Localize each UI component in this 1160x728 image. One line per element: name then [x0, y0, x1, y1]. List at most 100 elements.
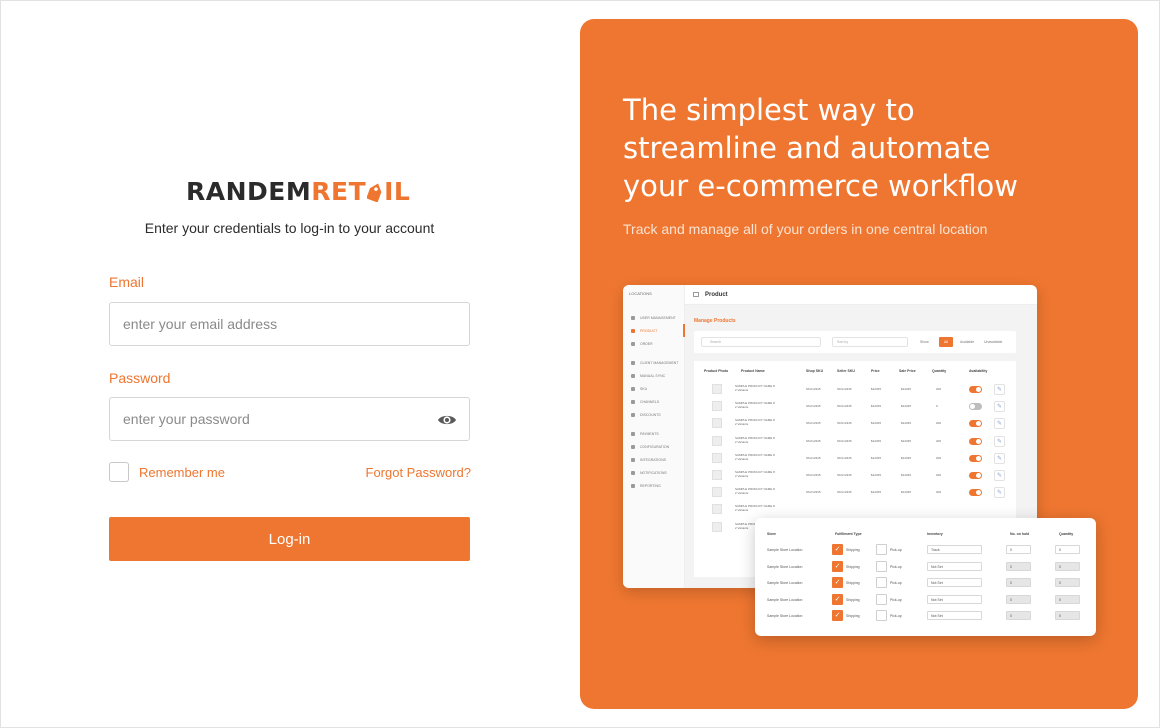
headline-line-3: your e-commerce workflow	[623, 169, 1018, 203]
preview-cell: SKU12345	[837, 490, 852, 495]
inventory-select: Track	[927, 545, 982, 554]
inventory-select: Not Set	[927, 561, 982, 571]
preview-nav-item: REPORTING	[623, 479, 685, 492]
fulfillment-store: Sample Store Location	[767, 597, 803, 602]
preview-subheading: Manage Products	[694, 318, 736, 324]
preview-column-header: Shop SKU	[806, 369, 824, 373]
inventory-select: Not Set	[927, 578, 982, 587]
preview-cell: SKU12345	[837, 473, 852, 477]
pickup-label: Pick-up	[890, 581, 902, 585]
promo-tagline: Track and manage all of your orders in o…	[623, 221, 988, 237]
fulfillment-store: Sample Store Location	[767, 548, 803, 552]
preview-cell: $12345	[901, 387, 912, 391]
preview-cell: SKU12345	[806, 455, 821, 460]
preview-nav-item: PRODUCT	[623, 324, 685, 337]
fulfillment-store: Sample Store Location	[767, 614, 803, 618]
product-variants-text: 2 Variants	[735, 474, 749, 478]
preview-cell: $12345	[901, 455, 912, 460]
preview-cell: 200	[936, 438, 942, 443]
promo-headline: The simplest way to streamline and autom…	[623, 91, 1043, 205]
preview-table-row: SAMPLE PRODUCT NAME 82 Variants SKU12345 S…	[694, 484, 1016, 501]
preview-nav-label: PAYMENTS	[640, 431, 659, 436]
preview-location-label: LOCATIONS	[629, 291, 652, 296]
pickup-label: Pick-up	[890, 548, 902, 552]
preview-cell: SKU12345	[806, 387, 821, 391]
promo-panel: The simplest way to streamline and autom…	[580, 19, 1138, 709]
on-hold-input: 0	[1006, 561, 1031, 571]
preview-nav: USER MANAGEMENT PRODUCT ORDER CLIENT MANAGE…	[623, 311, 685, 492]
preview-nav-item: USER MANAGEMENT	[623, 311, 685, 324]
remember-me-checkbox[interactable]	[109, 462, 129, 482]
preview-nav-label: REPORTING	[640, 483, 661, 488]
preview-product-name: SAMPLE PRODUCT NAME 82 Variants	[735, 384, 775, 392]
remember-me[interactable]: Remember me	[109, 462, 225, 482]
product-thumbnail	[712, 418, 722, 429]
preview-nav-item: MANUAL SYNC	[623, 369, 685, 382]
shipping-label: Shipping	[846, 564, 860, 569]
pickup-checkbox	[876, 593, 887, 605]
preview-column-header: Product Photo	[704, 369, 729, 373]
pickup-label: Pick-up	[890, 564, 902, 569]
preview-product-name: SAMPLE PRODUCT NAME 82 Variants	[735, 504, 775, 512]
password-label: Password	[109, 370, 171, 386]
preview-nav-label: CLIENT MANAGEMENT	[640, 360, 679, 365]
preview-search: Search	[701, 337, 821, 347]
box-icon	[693, 292, 699, 297]
email-field-wrapper	[109, 302, 470, 346]
eye-icon[interactable]	[437, 410, 457, 430]
preview-table-row: SAMPLE PRODUCT NAME 82 Variants SKU12345 S…	[694, 467, 1016, 484]
nav-icon	[631, 386, 635, 391]
preview-nav-label: MANUAL SYNC	[640, 373, 666, 378]
inventory-select: Not Set	[927, 611, 982, 620]
forgot-password-link[interactable]: Forgot Password?	[366, 465, 472, 480]
preview-nav-item: ORDER	[623, 337, 685, 350]
preview-filter-all: All	[939, 337, 953, 347]
fulfillment-store: Sample Store Location	[767, 581, 803, 585]
preview-product-name: SAMPLE PRODUCT NAME 82 Variants	[735, 453, 775, 461]
nav-icon	[631, 341, 635, 346]
preview-cell: $12345	[871, 421, 882, 426]
nav-icon	[631, 444, 635, 449]
preview-cell: 200	[936, 421, 942, 426]
pickup-checkbox	[876, 577, 887, 588]
preview-filter-available: Available	[960, 340, 975, 344]
preview-cell: 200	[936, 455, 942, 460]
product-variants-text: 2 Variants	[735, 456, 749, 461]
nav-icon	[631, 360, 635, 365]
shipping-checkbox: ✓	[832, 577, 843, 588]
preview-cell: $12345	[871, 490, 882, 495]
preview-column-header: Product Name	[741, 369, 765, 373]
product-thumbnail	[712, 435, 722, 446]
preview-cell: $12345	[901, 404, 912, 409]
nav-icon	[631, 412, 635, 417]
availability-toggle	[969, 386, 982, 393]
on-hold-input: 0	[1006, 578, 1031, 587]
preview-nav-item: CHANNELS	[623, 395, 685, 408]
quantity-input: 0	[1055, 578, 1080, 587]
logo-word-orange: RET	[311, 177, 367, 206]
preview-cell: SKU12345	[837, 421, 852, 426]
shipping-label: Shipping	[846, 548, 860, 552]
password-field[interactable]	[110, 398, 469, 440]
login-button[interactable]: Log-in	[109, 517, 470, 561]
preview-table-row: SAMPLE PRODUCT NAME 82 Variants SKU12345 S…	[694, 415, 1016, 432]
email-field[interactable]	[110, 303, 469, 345]
product-thumbnail	[712, 401, 722, 412]
logo-word-dark: RANDEM	[186, 177, 312, 206]
quantity-input: 0	[1055, 561, 1080, 571]
preview-nav-label: CONFIGURATION	[640, 444, 670, 449]
fulfillment-row: Sample Store Location ✓ Shipping Pick-up Not…	[755, 592, 1096, 608]
preview-nav-item: CONFIGURATION	[623, 440, 685, 453]
product-variants-text: 2 Variants	[735, 388, 749, 392]
preview-cell: $12345	[901, 490, 912, 495]
preview-product-name: SAMPLE PRODUCT NAME 82 Variants	[735, 487, 775, 495]
edit-icon: ✎	[994, 418, 1005, 430]
preview-nav-item: INTEGRATIONS	[623, 453, 685, 466]
preview-column-header: Quantity	[932, 369, 947, 373]
remember-me-label: Remember me	[139, 464, 225, 480]
edit-icon: ✎	[994, 470, 1005, 481]
preview-cell: $12345	[901, 421, 912, 426]
preview-cell: $12345	[871, 387, 882, 391]
preview-product-name: SAMPLE PRODUCT NAME 82 Variants	[735, 470, 775, 478]
preview-sort: Sort by	[832, 337, 908, 347]
